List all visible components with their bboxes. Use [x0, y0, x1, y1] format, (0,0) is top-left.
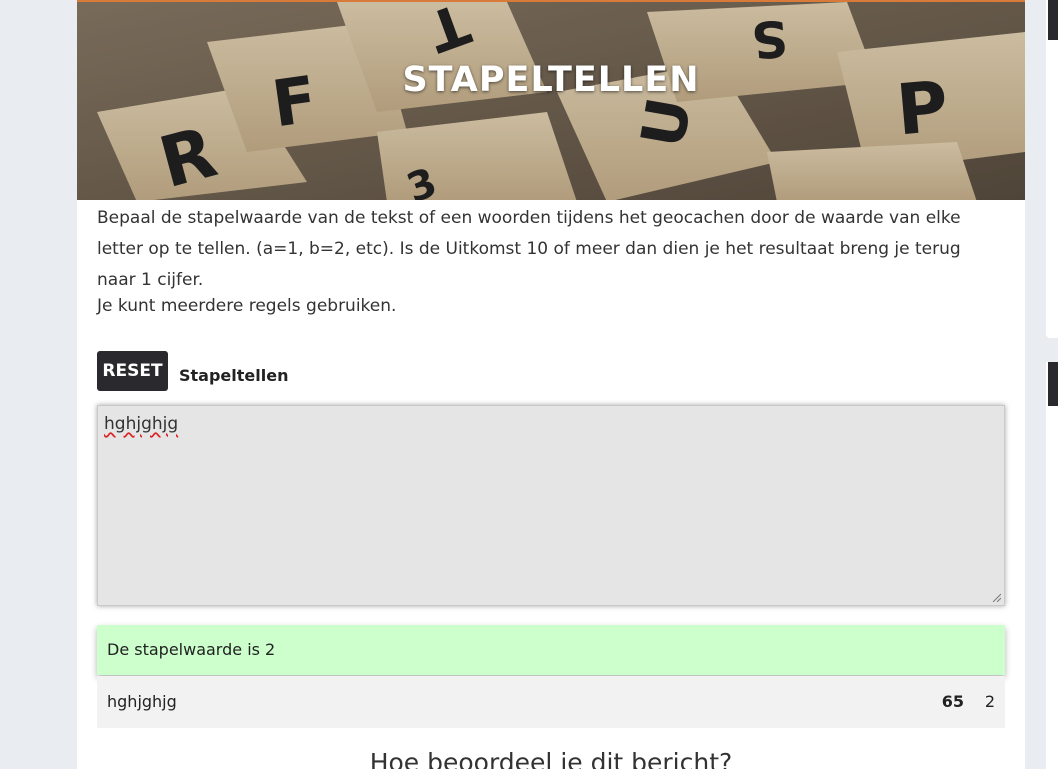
sidebar-panel-bottom — [1046, 362, 1058, 769]
intro-paragraph: Bepaal de stapelwaarde van de tekst of e… — [97, 208, 961, 290]
reset-button[interactable]: RESET — [97, 351, 168, 391]
sidebar-widget-header-2 — [1048, 362, 1058, 406]
input-value: hghjghjg — [104, 414, 179, 434]
text-input-area[interactable]: hghjghjg — [97, 405, 1005, 606]
intro-note: Je kunt meerdere regels gebruiken. — [97, 296, 397, 316]
rating-heading: Hoe beoordeel je dit bericht? — [369, 748, 733, 769]
page-title: STAPELTELLEN — [402, 60, 700, 100]
row-digit: 2 — [984, 692, 995, 711]
sidebar-panel-top — [1046, 0, 1058, 338]
content-card: R F T 3 U S P — [77, 0, 1025, 769]
tool-label: Stapeltellen — [179, 366, 289, 385]
hero-banner: R F T 3 U S P — [77, 0, 1025, 200]
result-banner: De stapelwaarde is 2 — [97, 625, 1005, 675]
scrabble-tiles-image: R F T 3 U S P — [77, 2, 1025, 200]
sidebar-widget-header — [1048, 0, 1058, 40]
row-word: hghjghjg — [107, 692, 177, 711]
resize-handle-icon[interactable] — [992, 593, 1001, 602]
row-sum: 65 — [941, 692, 964, 711]
table-row: hghjghjg 65 2 — [97, 676, 1005, 728]
